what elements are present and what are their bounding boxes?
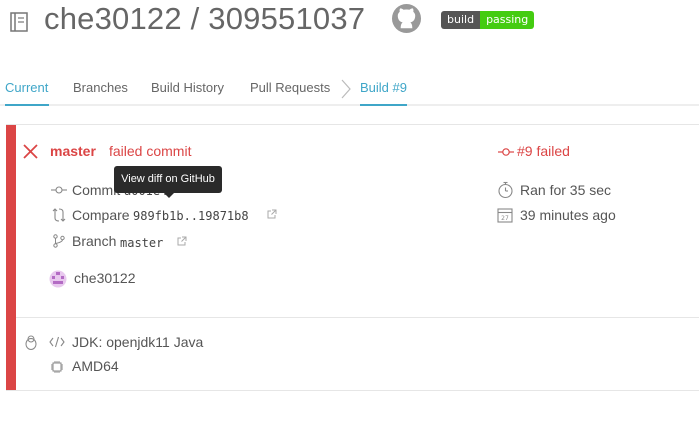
repo-book-icon <box>10 12 28 32</box>
commit-row-icon <box>51 186 67 194</box>
commit-icon <box>498 148 514 156</box>
build-number-status[interactable]: #9 failed <box>517 143 570 159</box>
build-duration: Ran for 35 sec <box>520 182 612 198</box>
linux-tux-icon <box>25 335 37 350</box>
calendar-icon: 27 <box>497 208 513 223</box>
author-name[interactable]: che30122 <box>74 270 136 286</box>
repo-name-link[interactable]: 309551037 <box>208 1 365 36</box>
branch-label: Branch <box>72 233 117 249</box>
external-link-icon[interactable] <box>267 209 277 219</box>
repo-header: che30122 / 309551037 build passing <box>0 0 699 44</box>
view-diff-tooltip: View diff on GitHub <box>114 166 222 198</box>
branch-name-link[interactable]: master <box>50 143 96 159</box>
calendar-day: 27 <box>501 215 509 222</box>
author-avatar <box>49 270 67 288</box>
tab-current[interactable]: Current <box>5 80 48 95</box>
code-icon <box>49 336 65 348</box>
failed-x-icon <box>23 144 38 159</box>
tab-pull-requests[interactable]: Pull Requests <box>250 80 330 95</box>
github-icon[interactable] <box>391 3 422 34</box>
branch-value-link[interactable]: master <box>120 236 163 250</box>
badge-value: passing <box>480 11 535 29</box>
build-tabs: Current Branches Build History Pull Requ… <box>0 72 699 106</box>
tab-current-underline <box>5 104 49 106</box>
commit-label: Commit <box>72 182 121 198</box>
external-link-icon[interactable] <box>177 236 187 246</box>
tab-build-9-underline <box>360 104 407 106</box>
repo-title: che30122 / 309551037 <box>44 0 365 38</box>
tab-build-history[interactable]: Build History <box>151 80 224 95</box>
job-jdk: JDK: openjdk11 Java <box>72 334 204 350</box>
chevron-right-icon <box>341 79 351 99</box>
compare-icon <box>52 208 66 222</box>
job-arch: AMD64 <box>72 358 119 374</box>
build-finished-time: 39 minutes ago <box>520 207 616 223</box>
tab-branches[interactable]: Branches <box>73 80 128 95</box>
badge-label: build <box>441 11 481 29</box>
compare-label: Compare <box>72 207 130 223</box>
build-status-badge[interactable]: build passing <box>441 11 535 29</box>
repo-owner-link[interactable]: che30122 <box>44 1 182 36</box>
stopwatch-icon <box>498 181 513 199</box>
job-divider <box>16 317 699 318</box>
compare-range-link[interactable]: 989fb1b..19871b8 <box>133 209 249 223</box>
cpu-chip-icon <box>51 361 63 373</box>
build-status-text: failed commit <box>109 143 192 159</box>
failed-status-stripe <box>6 125 16 390</box>
branch-icon <box>53 234 65 248</box>
repo-title-separator: / <box>181 1 209 36</box>
build-card: master failed commit #9 failed Commit a0… <box>6 124 699 391</box>
tab-build-9[interactable]: Build #9 <box>360 80 407 95</box>
